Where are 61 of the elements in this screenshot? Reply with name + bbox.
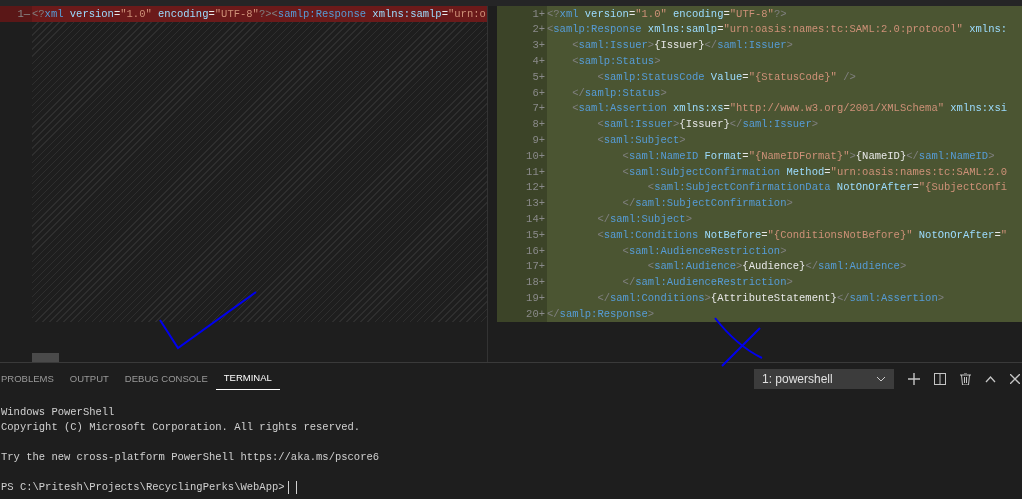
code-line: <saml:NameID Format="{NameIDFormat}">{NameID}</saml:NameID> (621, 150, 995, 162)
plus-icon[interactable] (908, 373, 920, 385)
line-number: 20+ (526, 308, 545, 320)
split-icon[interactable] (934, 373, 946, 385)
line-number: 16+ (526, 245, 545, 257)
line-number: 13+ (526, 198, 545, 209)
text-cursor (295, 481, 297, 494)
panel-tab[interactable]: OUTPUT (61, 368, 117, 390)
line-number: 5+ (532, 71, 545, 83)
chevron-up-icon[interactable] (985, 375, 996, 383)
line-number: 12+ (526, 182, 545, 193)
terminal-line: Windows PowerShell (1, 405, 115, 420)
terminal-line: Copyright (C) Microsoft Corporation. All rights reserved. (1, 420, 361, 435)
line-number: 6+ (532, 87, 545, 99)
line-number: 4+ (532, 56, 545, 67)
code-line: <saml:Subject> (596, 135, 686, 146)
code-line: </saml:AudienceRestriction> (621, 277, 793, 288)
terminal-select[interactable]: 1: powershell (754, 369, 894, 389)
cross-mark-drawing (712, 316, 764, 368)
code-line: <saml:Conditions NotBefore="{ConditionsNotBefore}" NotOnOrAfter=" (596, 229, 1008, 241)
line-number: 11+ (526, 166, 545, 178)
code-line: <saml:SubjectConfirmation Method="urn:oasis:names:tc:SAML:2.0 (621, 166, 1007, 178)
panel-tab[interactable]: TERMINAL (215, 368, 280, 390)
line-number: 8+ (532, 119, 545, 130)
line-number: 1+ (532, 8, 545, 20)
code-line: </samlp:Status> (571, 87, 667, 99)
code-line: <saml:AudienceRestriction> (621, 245, 787, 257)
line-number: 17+ (526, 261, 545, 272)
line-number: 15+ (526, 229, 545, 241)
code-line: </saml:Subject> (596, 214, 692, 225)
code-line: <saml:Issuer>{Issuer}</saml:Issuer> (596, 119, 818, 130)
code-line: <saml:Assertion xmlns:xs="http://www.w3.org/2001/XMLSchema" xmlns:xsi (571, 103, 1008, 114)
line-number: 9+ (532, 135, 545, 146)
code-line: </samlp:Response> (547, 308, 655, 320)
code-line: </saml:Conditions>{AttributeStatement}</saml:Assertion> (596, 293, 944, 304)
code-line: <samlp:Response xmlns:samlp="urn:oasis:names:tc:SAML:2.0:protocol" xmlns: (547, 24, 1008, 35)
close-icon[interactable] (1010, 374, 1020, 384)
code-line: <saml:Issuer>{Issuer}</saml:Issuer> (571, 40, 793, 51)
line-number: 3+ (532, 40, 545, 51)
line-number: 10+ (526, 150, 545, 162)
code-line: <samlp:Status> (571, 56, 661, 67)
code-line: <saml:Audience>{Audience}</saml:Audience> (646, 261, 907, 272)
horizontal-scrollbar[interactable] (32, 353, 59, 362)
line-number: 19+ (526, 293, 545, 304)
code-line: <samlp:StatusCode Value="{StatusCode}" /> (596, 71, 856, 83)
trash-icon[interactable] (960, 373, 971, 385)
terminal-prompt: PS C:\Pritesh\Projects\RecyclingPerks\WebApp> (1, 480, 285, 495)
code-line: <saml:SubjectConfirmationData NotOnOrAfter="{SubjectConfi (646, 182, 1007, 193)
line-number: 7+ (532, 103, 545, 114)
panel-tab[interactable]: DEBUG CONSOLE (116, 368, 216, 390)
code-line: </saml:SubjectConfirmation> (621, 198, 793, 209)
code-line: <?xml version="1.0" encoding="UTF-8"?><samlp:Response xmlns:samlp="urn:o (32, 8, 486, 20)
terminal-line: Try the new cross-platform PowerShell https://aka.ms/pscore6 (1, 450, 380, 465)
line-number: 2+ (532, 24, 545, 35)
chevron-down-icon (876, 376, 886, 382)
text-cursor (287, 481, 289, 494)
line-number: 14+ (526, 214, 545, 225)
line-number: 1— (17, 8, 30, 20)
code-line: <?xml version="1.0" encoding="UTF-8"?> (547, 8, 787, 20)
panel-tab[interactable]: PROBLEMS (0, 368, 62, 390)
line-number: 18+ (526, 277, 545, 288)
